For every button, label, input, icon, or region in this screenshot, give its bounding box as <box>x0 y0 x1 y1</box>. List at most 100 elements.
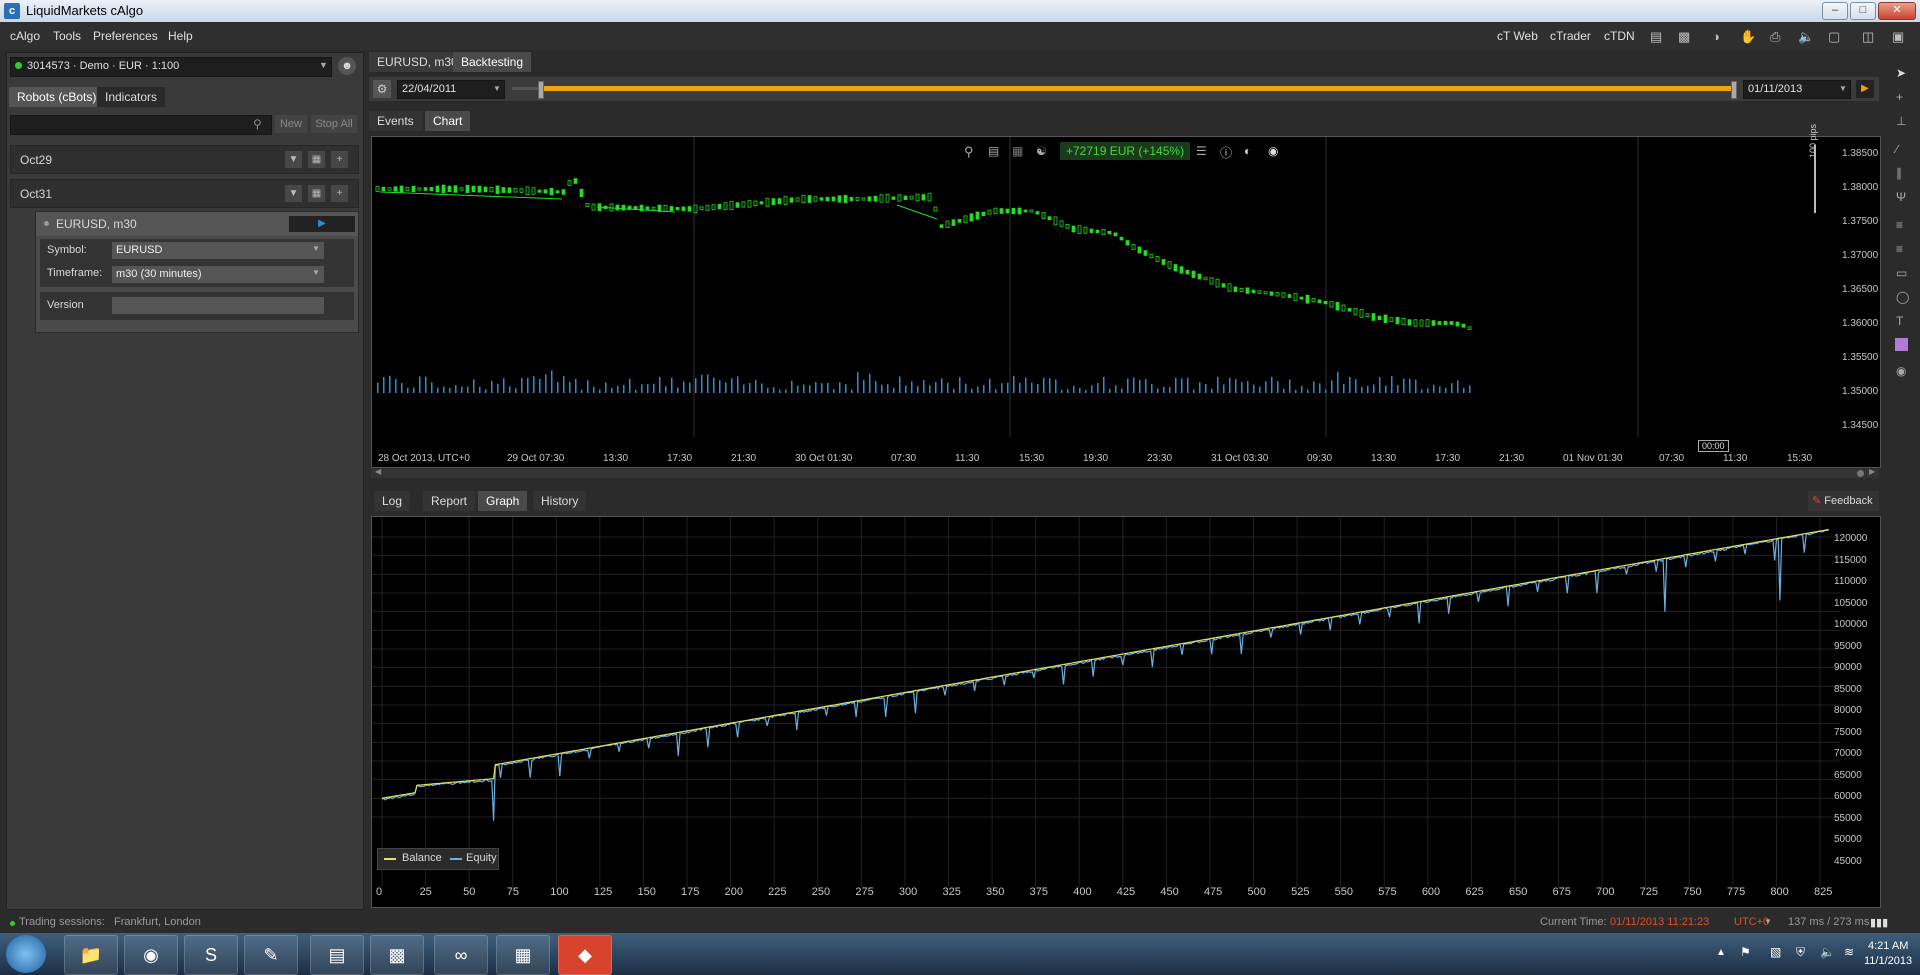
menu-tools[interactable]: Tools <box>53 29 81 43</box>
dropdown-icon[interactable]: ▼ <box>284 184 303 203</box>
scroll-left-icon[interactable]: ◀ <box>375 467 381 476</box>
price-chart[interactable] <box>371 136 1881 468</box>
scroll-thumb[interactable] <box>1857 470 1864 477</box>
chart-type-icon[interactable]: ▤ <box>988 144 999 158</box>
git-icon[interactable]: ◆ <box>558 935 612 975</box>
document-icon[interactable]: ▦ <box>496 935 550 975</box>
skype-icon[interactable]: S <box>184 935 238 975</box>
tab-chart-doc[interactable]: EURUSD, m30 <box>369 52 466 72</box>
stop-all-button[interactable]: Stop All <box>311 115 357 133</box>
tab-events[interactable]: Events <box>369 111 422 131</box>
color-picker-icon[interactable] <box>1895 338 1908 351</box>
notes-icon[interactable]: ▤ <box>1650 29 1662 45</box>
rectangle-icon[interactable]: ▭ <box>1896 266 1907 280</box>
crosshair-icon[interactable]: + <box>1896 90 1903 104</box>
tab-graph[interactable]: Graph <box>478 491 528 511</box>
fibonacci-icon[interactable]: ≡ <box>1896 218 1903 232</box>
timeframe-select[interactable]: m30 (30 minutes) ▼ <box>112 266 324 283</box>
link-ct-web[interactable]: cT Web <box>1497 29 1538 43</box>
fib-fan-icon[interactable]: ≡ <box>1896 242 1903 256</box>
info-icon[interactable]: ⓘ <box>1220 144 1232 161</box>
ellipse-icon[interactable]: ◯ <box>1896 290 1909 304</box>
hand-icon[interactable]: ✋ <box>1740 29 1756 45</box>
maximize-button[interactable]: □ <box>1850 2 1876 20</box>
clock-date[interactable]: 11/1/2013 <box>1864 955 1912 967</box>
dropdown-icon[interactable]: ▼ <box>284 150 303 169</box>
notepad-icon[interactable]: ✎ <box>244 935 298 975</box>
firefox-icon[interactable]: ◉ <box>124 935 178 975</box>
user-icon[interactable]: ☻ <box>338 57 356 75</box>
add-instance-icon[interactable]: ▦ <box>307 150 326 169</box>
clock-time[interactable]: 4:21 AM <box>1868 940 1908 952</box>
visual-studio-icon[interactable]: ∞ <box>434 935 488 975</box>
layout-icon[interactable]: ◫ <box>1862 29 1874 45</box>
menu-calgo[interactable]: cAlgo <box>10 29 40 43</box>
plus-icon[interactable]: + <box>330 150 349 169</box>
menu-preferences[interactable]: Preferences <box>93 29 158 43</box>
language-icon[interactable]: ▢ <box>1828 29 1840 45</box>
version-field[interactable] <box>112 297 324 314</box>
tab-indicators[interactable]: Indicators <box>97 87 166 107</box>
candles-icon[interactable]: ☯ <box>1036 144 1047 158</box>
add-instance-icon[interactable]: ▦ <box>307 184 326 203</box>
robot-item[interactable]: Oct29 ▼ ▦ + <box>10 145 359 174</box>
robot-item[interactable]: Oct31 ▼ ▦ + <box>10 179 359 208</box>
channel-icon[interactable]: ∥ <box>1896 166 1902 180</box>
line-icon[interactable]: ∕ <box>1896 142 1898 156</box>
network-icon[interactable]: ▧ <box>1770 945 1781 959</box>
feedback-button[interactable]: ✎ Feedback <box>1808 491 1879 511</box>
shield-icon[interactable]: ⛨ <box>1796 945 1805 960</box>
link-ctrader[interactable]: cTrader <box>1550 29 1591 43</box>
text-icon[interactable]: T <box>1896 314 1903 328</box>
speed-icon[interactable]: ◑ <box>1712 29 1720 44</box>
grid-icon[interactable]: ▦ <box>1012 144 1023 158</box>
zoom-icon[interactable]: ⚲ <box>964 144 974 160</box>
tab-report[interactable]: Report <box>423 491 476 511</box>
cursor-icon[interactable]: ➤ <box>1896 66 1906 80</box>
list-icon[interactable]: ☰ <box>1196 144 1207 158</box>
printer-icon[interactable]: ⎙ <box>1770 29 1780 45</box>
new-button[interactable]: New <box>275 115 307 133</box>
play-button[interactable]: ▶ <box>289 216 355 232</box>
start-backtest-button[interactable]: ▶ <box>1856 80 1874 98</box>
minimize-button[interactable]: – <box>1822 2 1848 20</box>
plus-icon[interactable]: + <box>330 184 349 203</box>
start-date-picker[interactable]: 22/04/2011 ▼ <box>397 80 505 99</box>
tab-chart[interactable]: Chart <box>425 111 471 131</box>
chevron-down-icon[interactable]: ▼ <box>1764 917 1772 926</box>
robot-search-input[interactable]: ⚲ <box>10 115 272 135</box>
range-start-handle[interactable] <box>538 81 544 99</box>
instance-header[interactable]: EURUSD, m30 ▶ <box>36 212 358 236</box>
camera-icon[interactable]: ◉ <box>1268 144 1278 158</box>
tab-backtesting[interactable]: Backtesting <box>453 52 532 72</box>
volume-icon[interactable]: 🔈 <box>1820 945 1835 959</box>
tab-log[interactable]: Log <box>374 491 411 511</box>
cmd-icon[interactable]: ▩ <box>370 935 424 975</box>
sound-icon[interactable]: 🔈 <box>1798 29 1814 45</box>
fullscreen-icon[interactable]: ▣ <box>1892 29 1904 45</box>
account-selector[interactable]: 3014573 · Demo · EUR · 1:100 ▼ <box>10 57 332 77</box>
menu-help[interactable]: Help <box>168 29 193 43</box>
start-button[interactable] <box>6 935 46 973</box>
measure-icon[interactable]: ⊥ <box>1896 114 1906 128</box>
end-date-picker[interactable]: 01/11/2013 ▼ <box>1743 80 1851 99</box>
flag-icon[interactable]: ⚑ <box>1740 945 1751 959</box>
explorer-icon[interactable]: 📁 <box>64 935 118 975</box>
scroll-right-icon[interactable]: ▶ <box>1869 467 1875 476</box>
range-end-handle[interactable] <box>1731 81 1737 99</box>
equity-graph[interactable] <box>371 516 1881 908</box>
close-button[interactable]: ✕ <box>1878 2 1916 20</box>
link-ctdn[interactable]: cTDN <box>1604 29 1635 43</box>
chart-scrollbar[interactable]: ◀ ▶ <box>371 467 1879 478</box>
tray-expand-icon[interactable]: ▲ <box>1716 947 1726 958</box>
pitchfork-icon[interactable]: Ψ <box>1896 190 1906 204</box>
tab-robots[interactable]: Robots (cBots) <box>9 87 105 107</box>
settings-gear-icon[interactable]: ⚙ <box>373 80 391 98</box>
video-icon[interactable]: ▩ <box>1678 29 1690 45</box>
symbol-select[interactable]: EURUSD ▼ <box>112 242 324 259</box>
theme-icon[interactable]: ◐ <box>1244 144 1251 158</box>
wifi-icon[interactable]: ≋ <box>1844 945 1854 959</box>
tab-history[interactable]: History <box>533 491 587 511</box>
calgo-taskbar-icon[interactable]: ▤ <box>310 935 364 975</box>
screenshot-icon[interactable]: ◉ <box>1896 364 1906 378</box>
